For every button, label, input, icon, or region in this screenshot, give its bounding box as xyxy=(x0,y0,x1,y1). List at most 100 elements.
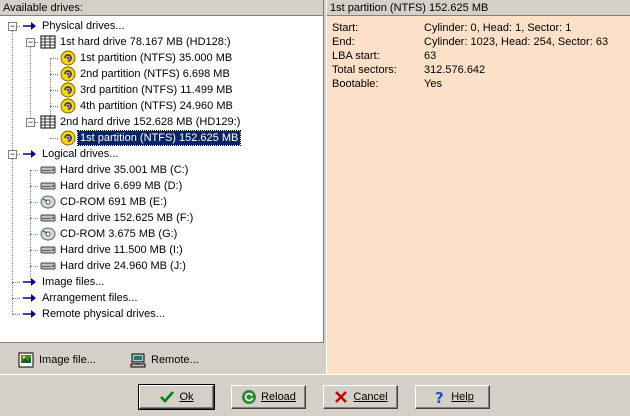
image-file-label: Image file... xyxy=(39,354,96,366)
property-value: 312.576.642 xyxy=(424,64,486,76)
disk-drive-icon xyxy=(40,162,56,178)
help-question-icon: ? xyxy=(431,389,447,405)
arrow-right-icon xyxy=(22,18,38,34)
details-header: 1st partition (NTFS) 152.625 MB xyxy=(327,0,630,16)
tree-node[interactable]: 1st hard drive 78.167 MB (HD128:) xyxy=(40,34,233,50)
partition-icon xyxy=(60,82,76,98)
ok-button[interactable]: Ok xyxy=(138,384,215,410)
property-row: Total sectors: 312.576.642 xyxy=(332,63,627,77)
drive-tree-footer: Image file... Remote... xyxy=(0,342,324,374)
tree-node-label: Arrangement files... xyxy=(42,292,138,304)
tree-node-label: Image files... xyxy=(42,276,105,288)
help-button[interactable]: ? Help xyxy=(415,385,490,409)
tree-node[interactable]: 1st partition (NTFS) 152.625 MB xyxy=(60,130,242,146)
tree-node-label: CD-ROM 3.675 MB (G:) xyxy=(60,228,178,240)
tree-node-label: Hard drive 6.699 MB (D:) xyxy=(60,180,183,192)
tree-node[interactable]: Physical drives... xyxy=(22,18,127,34)
tree-node[interactable]: Hard drive 24.960 MB (J:) xyxy=(40,258,188,274)
tree-node-label: Hard drive 11.500 MB (I:) xyxy=(60,244,183,256)
tree-collapse-toggle[interactable]: − xyxy=(26,38,35,47)
drive-tree[interactable]: − Physical drives... −1st hard drive 78.16… xyxy=(0,18,324,340)
tree-node[interactable]: 4th partition (NTFS) 24.960 MB xyxy=(60,98,235,114)
help-label: Help xyxy=(451,391,474,403)
partition-icon xyxy=(60,66,76,82)
tree-node[interactable]: Hard drive 11.500 MB (I:) xyxy=(40,242,185,258)
image-file-button[interactable]: Image file... xyxy=(18,351,96,369)
reload-label: Reload xyxy=(261,391,296,403)
property-row: End: Cylinder: 1023, Head: 254, Sector: 6… xyxy=(332,35,627,49)
tree-node[interactable]: Hard drive 6.699 MB (D:) xyxy=(40,178,184,194)
tree-node-label: 2nd partition (NTFS) 6.698 MB xyxy=(80,68,230,80)
remote-label: Remote... xyxy=(151,354,199,366)
tree-node[interactable]: Logical drives... xyxy=(22,146,120,162)
tree-connector-line xyxy=(30,186,38,187)
cancel-label: Cancel xyxy=(353,391,388,403)
tree-collapse-toggle[interactable]: − xyxy=(26,118,35,127)
tree-collapse-toggle[interactable]: − xyxy=(8,150,17,159)
tree-node-label: 3rd partition (NTFS) 11.499 MB xyxy=(80,84,233,96)
tree-node[interactable]: Hard drive 152.625 MB (F:) xyxy=(40,210,195,226)
tree-connector-line xyxy=(30,218,38,219)
tree-node[interactable]: Arrangement files... xyxy=(22,290,139,306)
tree-node-label: 2nd hard drive 152.628 MB (HD129:) xyxy=(60,116,241,128)
tree-connector-line xyxy=(12,282,20,283)
property-key: LBA start: xyxy=(332,50,380,62)
partition-icon xyxy=(60,130,76,146)
arrow-right-icon xyxy=(22,290,38,306)
tree-node[interactable]: Remote physical drives... xyxy=(22,306,167,322)
image-file-icon xyxy=(18,352,34,368)
tree-node-label: Remote physical drives... xyxy=(42,308,165,320)
tree-connector-line xyxy=(12,298,20,299)
arrow-right-icon xyxy=(22,274,38,290)
property-row: Start: Cylinder: 0, Head: 1, Sector: 1 xyxy=(332,21,627,35)
property-value: 63 xyxy=(424,50,437,62)
cancel-button[interactable]: Cancel xyxy=(323,385,398,409)
tree-node[interactable]: 2nd partition (NTFS) 6.698 MB xyxy=(60,66,232,82)
tree-connector-line xyxy=(30,266,38,267)
dialog-button-bar: Ok Reload Cancel ? Help xyxy=(0,374,630,416)
remote-computer-icon xyxy=(130,352,146,368)
reload-button[interactable]: Reload xyxy=(231,385,306,409)
tree-connector-line xyxy=(12,314,20,315)
tree-connector-line xyxy=(30,250,38,251)
tree-node[interactable]: CD-ROM 3.675 MB (G:) xyxy=(40,226,179,242)
tree-collapse-toggle[interactable]: − xyxy=(8,22,17,31)
tree-connector-line xyxy=(50,138,58,139)
tree-node[interactable]: 2nd hard drive 152.628 MB (HD129:) xyxy=(40,114,242,130)
property-value: Yes xyxy=(424,78,442,90)
arrow-right-icon xyxy=(22,146,38,162)
tree-node-label: Hard drive 152.625 MB (F:) xyxy=(60,212,194,224)
tree-node-label: 1st partition (NTFS) 35.000 MB xyxy=(80,52,233,64)
tree-node-label: Physical drives... xyxy=(42,20,125,32)
checkmark-icon xyxy=(159,389,175,405)
tree-node-label: CD-ROM 691 MB (E:) xyxy=(60,196,167,208)
tree-connector-line xyxy=(30,170,38,171)
tree-node[interactable]: 3rd partition (NTFS) 11.499 MB xyxy=(60,82,235,98)
tree-node[interactable]: Hard drive 35.001 MB (C:) xyxy=(40,162,190,178)
property-value: Cylinder: 0, Head: 1, Sector: 1 xyxy=(424,22,572,34)
drive-tree-header: Available drives: xyxy=(0,0,323,16)
tree-node[interactable]: Image files... xyxy=(22,274,106,290)
partition-icon xyxy=(60,50,76,66)
property-key: Bootable: xyxy=(332,78,379,90)
property-row: LBA start: 63 xyxy=(332,49,627,63)
disk-drive-icon xyxy=(40,178,56,194)
property-value: Cylinder: 1023, Head: 254, Sector: 63 xyxy=(424,36,609,48)
details-properties: Start: Cylinder: 0, Head: 1, Sector: 1 End… xyxy=(332,21,627,91)
tree-node-label: Hard drive 24.960 MB (J:) xyxy=(60,260,186,272)
tree-connector-line xyxy=(30,42,31,122)
property-key: Total sectors: xyxy=(332,64,397,76)
arrow-right-icon xyxy=(22,306,38,322)
tree-node-label: 1st hard drive 78.167 MB (HD128:) xyxy=(60,36,231,48)
hard-drive-grid-icon xyxy=(40,34,56,50)
disk-drive-icon xyxy=(40,210,56,226)
tree-node[interactable]: 1st partition (NTFS) 35.000 MB xyxy=(60,50,234,66)
details-panel: 1st partition (NTFS) 152.625 MB Start: Cy… xyxy=(326,0,630,374)
tree-node[interactable]: CD-ROM 691 MB (E:) xyxy=(40,194,169,210)
remote-button[interactable]: Remote... xyxy=(130,351,199,369)
tree-node-label: 1st partition (NTFS) 152.625 MB xyxy=(76,130,242,146)
tree-connector-line xyxy=(30,202,38,203)
svg-text:?: ? xyxy=(435,389,444,405)
cancel-x-icon xyxy=(333,389,349,405)
hard-drive-grid-icon xyxy=(40,114,56,130)
